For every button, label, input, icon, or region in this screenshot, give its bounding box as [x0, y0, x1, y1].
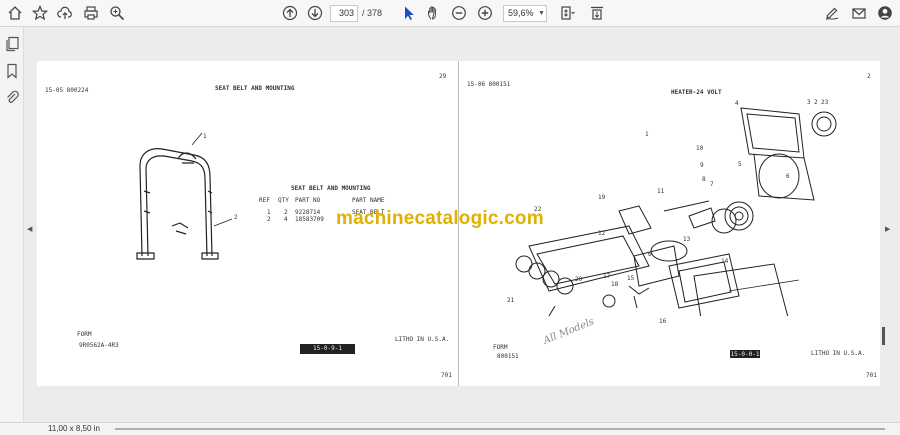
- parts-table-title: SEAT BELT AND MOUNTING: [291, 185, 371, 192]
- right-callout-6b: 6: [648, 251, 652, 258]
- table-cell-qty: 2: [284, 209, 288, 216]
- right-callout-2: 2: [814, 99, 818, 106]
- table-cell-ref: 1: [267, 209, 271, 216]
- left-callout-2: 2: [234, 214, 238, 221]
- right-callout-4: 4: [735, 100, 739, 107]
- right-tape-label: 15-0-0-1: [730, 350, 760, 358]
- right-callout-18: 18: [611, 281, 619, 288]
- right-callout-9: 9: [700, 162, 704, 169]
- zoom-search-icon[interactable]: [106, 3, 128, 23]
- right-callout-10: 10: [696, 145, 704, 152]
- right-callout-8: 8: [702, 176, 706, 183]
- watermark-text: machinecatalogic.com: [336, 208, 544, 229]
- left-form-label: FORM: [77, 331, 92, 338]
- select-cursor-icon[interactable]: [398, 3, 420, 23]
- page-total-label: / 378: [362, 8, 383, 18]
- right-page-title: HEATER-24 VOLT: [671, 89, 722, 96]
- right-page-code: 15-06 800151: [467, 81, 511, 88]
- print-icon[interactable]: [80, 3, 102, 23]
- page-number-input[interactable]: 303: [330, 5, 358, 22]
- cloud-upload-icon[interactable]: [54, 3, 76, 23]
- fit-page-icon[interactable]: [556, 3, 578, 23]
- right-callout-15: 15: [627, 275, 635, 282]
- home-icon[interactable]: [4, 3, 26, 23]
- right-callout-6: 6: [786, 173, 790, 180]
- navigation-sidebar: [0, 27, 24, 422]
- scroll-right-icon[interactable]: ▶: [885, 225, 890, 233]
- col-header-part-no: PART NO: [295, 197, 321, 204]
- table-cell-qty: 4: [284, 216, 288, 223]
- email-icon[interactable]: [848, 3, 870, 23]
- zoom-in-icon[interactable]: [474, 3, 496, 23]
- right-form-code: 800151: [497, 353, 519, 360]
- scroll-mode-icon[interactable]: [586, 3, 608, 23]
- seat-belt-rollbar-drawing: [136, 132, 233, 260]
- edit-sign-icon[interactable]: [821, 3, 843, 23]
- right-callout-23: 23: [821, 99, 829, 106]
- main-toolbar: 303 / 378 59,6% ▼: [0, 0, 900, 27]
- chevron-down-icon[interactable]: ▼: [538, 10, 545, 17]
- zoom-out-icon[interactable]: [448, 3, 470, 23]
- table-cell-part-no: 18583709: [295, 216, 324, 223]
- page-up-icon[interactable]: [279, 3, 301, 23]
- profile-icon[interactable]: [874, 3, 896, 23]
- bookmark-star-icon[interactable]: [29, 3, 51, 23]
- table-cell-ref: 2: [267, 216, 271, 223]
- right-litho-label: LITHO IN U.S.A.: [811, 350, 866, 357]
- right-callout-7: 7: [710, 181, 714, 188]
- page-size-label: 11,00 x 8,50 in: [48, 424, 100, 433]
- right-callout-12: 12: [598, 230, 606, 237]
- left-callout-1: 1: [203, 133, 207, 140]
- left-tape-label: 15-0-9-1: [300, 344, 355, 354]
- table-cell-part-no: 9228714: [295, 209, 321, 216]
- right-callout-5: 5: [738, 161, 742, 168]
- right-callout-13: 13: [683, 236, 691, 243]
- col-header-part-name: PART NAME: [352, 197, 385, 204]
- right-form-label: FORM: [493, 344, 508, 351]
- pages-icon[interactable]: [4, 36, 20, 52]
- left-page-code: 15-05 800224: [45, 87, 89, 94]
- right-callout-11: 11: [657, 188, 665, 195]
- page-down-icon[interactable]: [304, 3, 326, 23]
- attachments-icon[interactable]: [4, 89, 20, 105]
- status-bar: 11,00 x 8,50 in: [0, 422, 900, 435]
- hand-pan-icon[interactable]: [423, 3, 445, 23]
- left-form-code: 9R0562A-4R3: [79, 342, 119, 349]
- vertical-scroll-thumb[interactable]: [882, 327, 885, 345]
- col-header-ref: REF: [259, 197, 270, 204]
- right-page-number: 2: [867, 73, 871, 80]
- right-footer-number: 701: [866, 372, 877, 379]
- right-callout-16: 16: [659, 318, 667, 325]
- right-callout-1: 1: [645, 131, 649, 138]
- right-callout-19: 19: [598, 194, 606, 201]
- scroll-left-icon[interactable]: ◀: [27, 225, 32, 233]
- right-callout-3: 3: [807, 99, 811, 106]
- horizontal-scrollbar[interactable]: [115, 428, 885, 430]
- bookmarks-icon[interactable]: [4, 63, 20, 79]
- left-page-number: 29: [439, 73, 447, 80]
- right-callout-17: 17: [603, 273, 611, 280]
- left-page-title: SEAT BELT AND MOUNTING: [215, 85, 295, 92]
- left-footer-number: 701: [441, 372, 452, 379]
- handwritten-note: All Models: [541, 316, 596, 347]
- left-litho-label: LITHO IN U.S.A.: [395, 336, 450, 343]
- right-callout-21: 21: [507, 297, 515, 304]
- col-header-qty: QTY: [278, 197, 289, 204]
- right-callout-20: 20: [575, 276, 583, 283]
- right-callout-14: 14: [721, 258, 729, 265]
- heater-exploded-drawing: [515, 107, 837, 316]
